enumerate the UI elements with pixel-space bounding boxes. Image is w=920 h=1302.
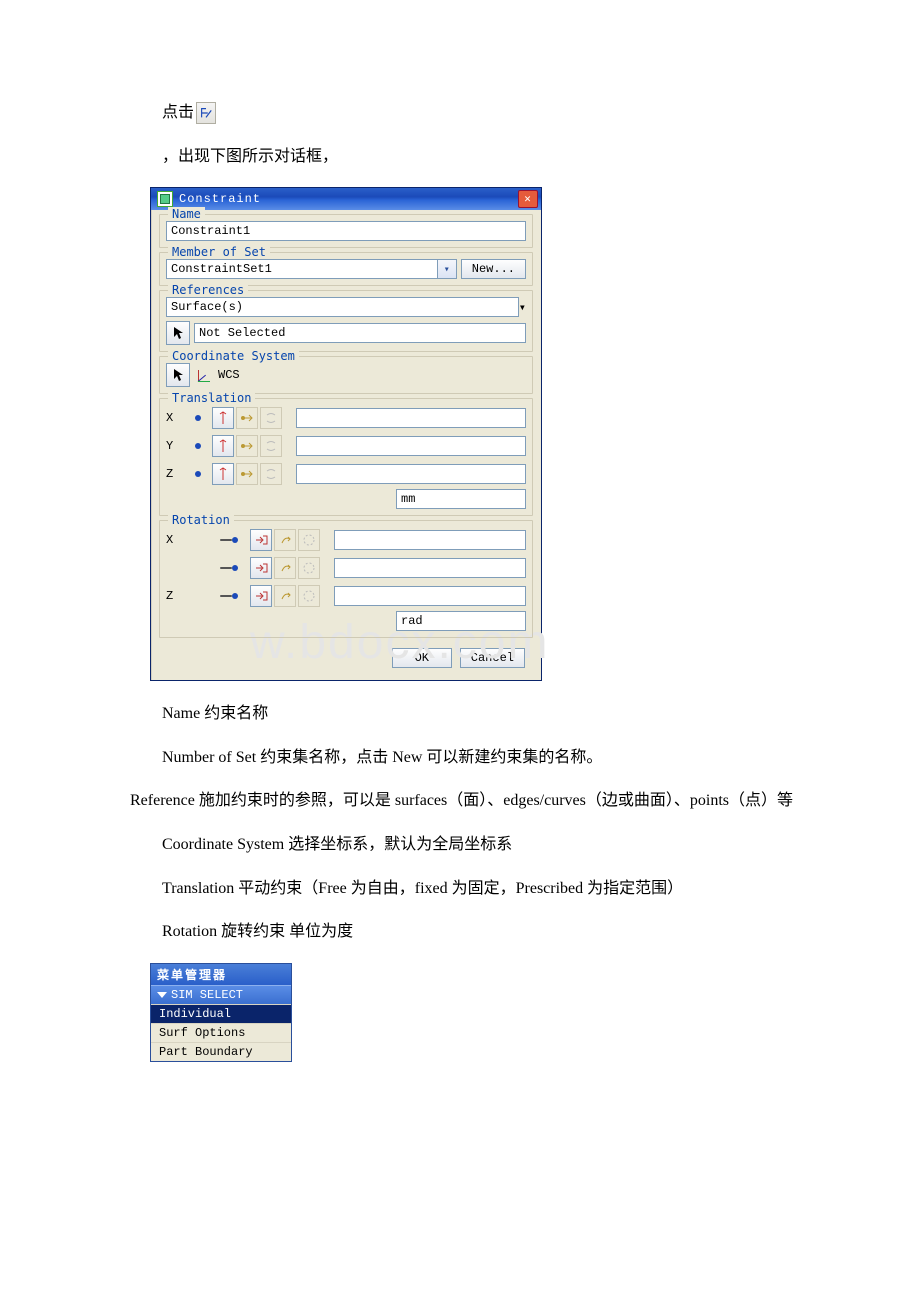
explain-name: Name 约束名称 (130, 701, 800, 727)
explain-reference: Reference 施加约束时的参照，可以是 surfaces（面）、edges… (98, 788, 800, 814)
range-toggle[interactable] (298, 557, 320, 579)
rotation-unit-combo[interactable] (396, 611, 526, 631)
name-input[interactable] (166, 221, 526, 241)
pointer-icon (172, 368, 184, 382)
free-radio[interactable] (220, 562, 242, 574)
group-name: Name (159, 214, 533, 248)
axis-label: Z (166, 589, 184, 603)
group-references: References ▾ (159, 290, 533, 352)
menu-item-individual[interactable]: Individual (151, 1004, 291, 1023)
legend-rotation: Rotation (168, 513, 234, 527)
cancel-button[interactable]: Cancel (460, 648, 525, 668)
axis-label: Z (166, 467, 184, 481)
translation-unit-combo[interactable] (396, 489, 526, 509)
group-rotation: Rotation X (159, 520, 533, 638)
explain-translation: Translation 平动约束（Free 为自由，fixed 为固定，Pres… (130, 876, 800, 902)
coord-system-value: WCS (218, 368, 240, 382)
legend-translation: Translation (168, 391, 255, 405)
legend-coord-system: Coordinate System (168, 349, 299, 363)
free-radio[interactable] (192, 468, 204, 480)
group-translation: Translation X Y (159, 398, 533, 516)
rotation-z-row: Z (166, 585, 526, 607)
dialog-title: Constraint (179, 192, 261, 206)
dropdown-icon[interactable]: ▾ (438, 259, 457, 279)
range-toggle[interactable] (260, 407, 282, 429)
free-radio[interactable] (192, 440, 204, 452)
legend-name: Name (168, 207, 205, 221)
translation-z-value[interactable] (296, 464, 526, 484)
member-of-set-combo[interactable] (166, 259, 438, 279)
legend-references: References (168, 283, 248, 297)
menu-manager-section-label: SIM SELECT (171, 988, 243, 1002)
prescribed-toggle[interactable] (236, 463, 258, 485)
axis-label: X (166, 533, 184, 547)
constraint-toolbar-icon (196, 102, 216, 124)
translation-y-row: Y (166, 435, 526, 457)
csys-icon (196, 368, 212, 382)
group-member-of-set: Member of Set ▾ New... (159, 252, 533, 286)
rotation-z-value[interactable] (334, 586, 526, 606)
rotation-y-value[interactable] (334, 558, 526, 578)
fixed-toggle[interactable] (212, 407, 234, 429)
group-coord-system: Coordinate System WCS (159, 356, 533, 394)
close-icon: ✕ (524, 192, 532, 206)
explain-coord-system: Coordinate System 选择坐标系，默认为全局坐标系 (130, 832, 800, 858)
rotation-x-row: X (166, 529, 526, 551)
select-button[interactable] (166, 321, 190, 345)
free-radio[interactable] (220, 590, 242, 602)
menu-item-part-boundary[interactable]: Part Boundary (151, 1042, 291, 1061)
rotation-y-row (166, 557, 526, 579)
menu-manager-panel: 菜单管理器 SIM SELECT Individual Surf Options… (150, 963, 292, 1062)
chevron-down-icon (157, 992, 167, 998)
legend-member-of-set: Member of Set (168, 245, 270, 259)
references-selection[interactable] (194, 323, 526, 343)
prescribed-toggle[interactable] (236, 407, 258, 429)
translation-x-row: X (166, 407, 526, 429)
fixed-toggle[interactable] (212, 463, 234, 485)
prescribed-toggle[interactable] (274, 529, 296, 551)
references-type-combo[interactable] (166, 297, 519, 317)
ok-button[interactable]: OK (392, 648, 452, 668)
prescribed-toggle[interactable] (274, 585, 296, 607)
click-instruction: 点击 (130, 100, 800, 126)
range-toggle[interactable] (298, 529, 320, 551)
pointer-icon (172, 326, 184, 340)
menu-manager-title: 菜单管理器 (151, 964, 291, 985)
explain-rotation: Rotation 旋转约束 单位为度 (130, 919, 800, 945)
menu-manager-section[interactable]: SIM SELECT (151, 985, 291, 1004)
translation-z-row: Z (166, 463, 526, 485)
dialog-icon (157, 191, 173, 207)
translation-x-value[interactable] (296, 408, 526, 428)
range-toggle[interactable] (260, 435, 282, 457)
translation-y-value[interactable] (296, 436, 526, 456)
explain-number-of-set: Number of Set 约束集名称，点击 New 可以新建约束集的名称。 (130, 745, 800, 771)
range-toggle[interactable] (260, 463, 282, 485)
axis-label: Y (166, 439, 184, 453)
select-button[interactable] (166, 363, 190, 387)
fixed-toggle[interactable] (250, 529, 272, 551)
dialog-titlebar[interactable]: Constraint ✕ (151, 188, 541, 210)
rotation-x-value[interactable] (334, 530, 526, 550)
range-toggle[interactable] (298, 585, 320, 607)
click-label: 点击 (130, 100, 194, 126)
menu-item-surf-options[interactable]: Surf Options (151, 1023, 291, 1042)
fixed-toggle[interactable] (250, 585, 272, 607)
prescribed-toggle[interactable] (274, 557, 296, 579)
free-radio[interactable] (192, 412, 204, 424)
new-set-button[interactable]: New... (461, 259, 526, 279)
close-button[interactable]: ✕ (518, 190, 538, 208)
axis-label: X (166, 411, 184, 425)
constraint-dialog: Constraint ✕ Name Member of Set ▾ N (150, 187, 542, 681)
dropdown-icon[interactable]: ▾ (519, 300, 526, 314)
fixed-toggle[interactable] (212, 435, 234, 457)
free-radio[interactable] (220, 534, 242, 546)
appear-label: ，出现下图所示对话框， (130, 144, 800, 170)
fixed-toggle[interactable] (250, 557, 272, 579)
prescribed-toggle[interactable] (236, 435, 258, 457)
